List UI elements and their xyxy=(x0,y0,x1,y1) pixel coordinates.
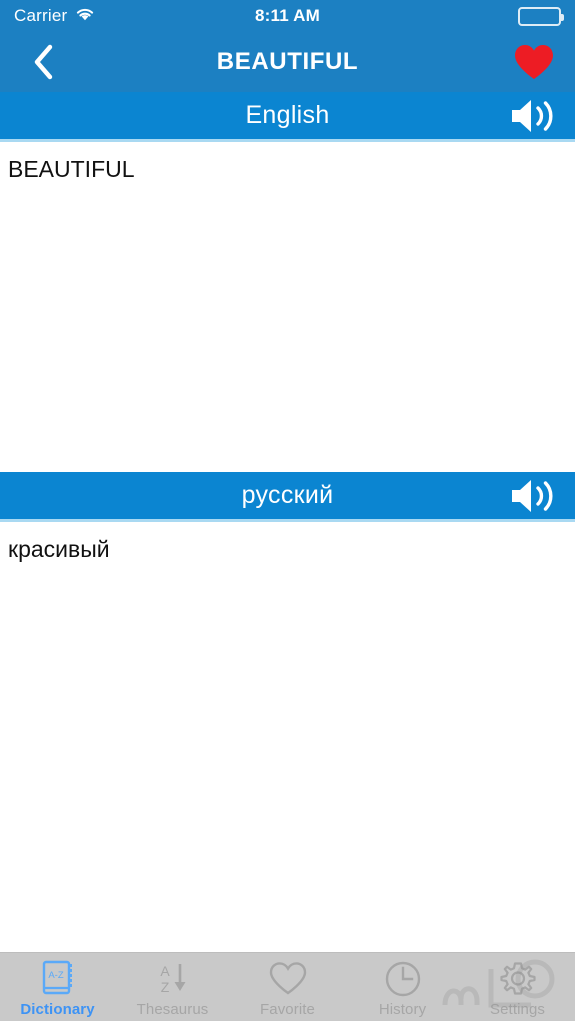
page-title: BEAUTIFUL xyxy=(216,48,359,75)
tab-label-thesaurus: Thesaurus xyxy=(136,1001,209,1018)
heart-outline-icon xyxy=(268,960,308,998)
navigation-bar: BEAUTIFUL xyxy=(0,32,575,92)
tab-label-dictionary: Dictionary xyxy=(20,1001,95,1018)
tab-label-settings: Settings xyxy=(490,1001,545,1018)
tab-history[interactable]: History xyxy=(345,953,460,1021)
tab-label-history: History xyxy=(378,1001,427,1018)
clock-icon xyxy=(384,960,422,998)
carrier-label: Carrier xyxy=(14,6,68,25)
panel-english: English BEAUTIFUL xyxy=(0,92,575,472)
svg-text:Z: Z xyxy=(160,979,169,995)
battery-full-icon xyxy=(518,6,564,26)
speaker-button-english[interactable] xyxy=(505,94,561,138)
tab-label-favorite: Favorite xyxy=(260,1001,315,1018)
app-screen: Carrier 8:11 AM BEAUTIFUL English BEAUTI… xyxy=(0,0,575,1021)
favorite-button[interactable] xyxy=(509,39,559,85)
tab-thesaurus[interactable]: A Z Thesaurus xyxy=(115,953,230,1021)
speaker-button-russian[interactable] xyxy=(505,474,561,518)
tab-bar: A-Z Dictionary A Z Thesaurus Favorite Hi… xyxy=(0,952,575,1021)
language-label-english: English xyxy=(245,101,330,129)
language-header-russian: русский xyxy=(0,472,575,522)
word-english: BEAUTIFUL xyxy=(8,156,135,182)
word-russian: красивый xyxy=(8,536,110,562)
svg-text:A: A xyxy=(160,963,170,979)
heart-filled-icon xyxy=(515,45,553,79)
language-header-english: English xyxy=(0,92,575,142)
status-bar: Carrier 8:11 AM xyxy=(0,0,575,32)
status-bar-left: Carrier xyxy=(14,6,96,27)
language-label-russian: русский xyxy=(241,481,334,509)
word-area-english[interactable]: BEAUTIFUL xyxy=(0,142,575,472)
status-bar-right xyxy=(518,6,564,26)
tab-favorite[interactable]: Favorite xyxy=(230,953,345,1021)
dictionary-book-icon: A-Z xyxy=(40,960,76,998)
wifi-icon xyxy=(74,6,96,27)
sort-az-icon: A Z xyxy=(153,960,193,998)
gear-icon xyxy=(499,960,537,998)
chevron-left-icon xyxy=(34,44,53,80)
tab-settings[interactable]: Settings xyxy=(460,953,575,1021)
speaker-icon xyxy=(512,479,553,512)
back-button[interactable] xyxy=(20,39,66,85)
speaker-icon xyxy=(512,99,553,132)
svg-text:A-Z: A-Z xyxy=(48,970,64,981)
tab-dictionary[interactable]: A-Z Dictionary xyxy=(0,953,115,1021)
panel-russian: русский красивый xyxy=(0,472,575,849)
word-area-russian[interactable]: красивый xyxy=(0,522,575,849)
